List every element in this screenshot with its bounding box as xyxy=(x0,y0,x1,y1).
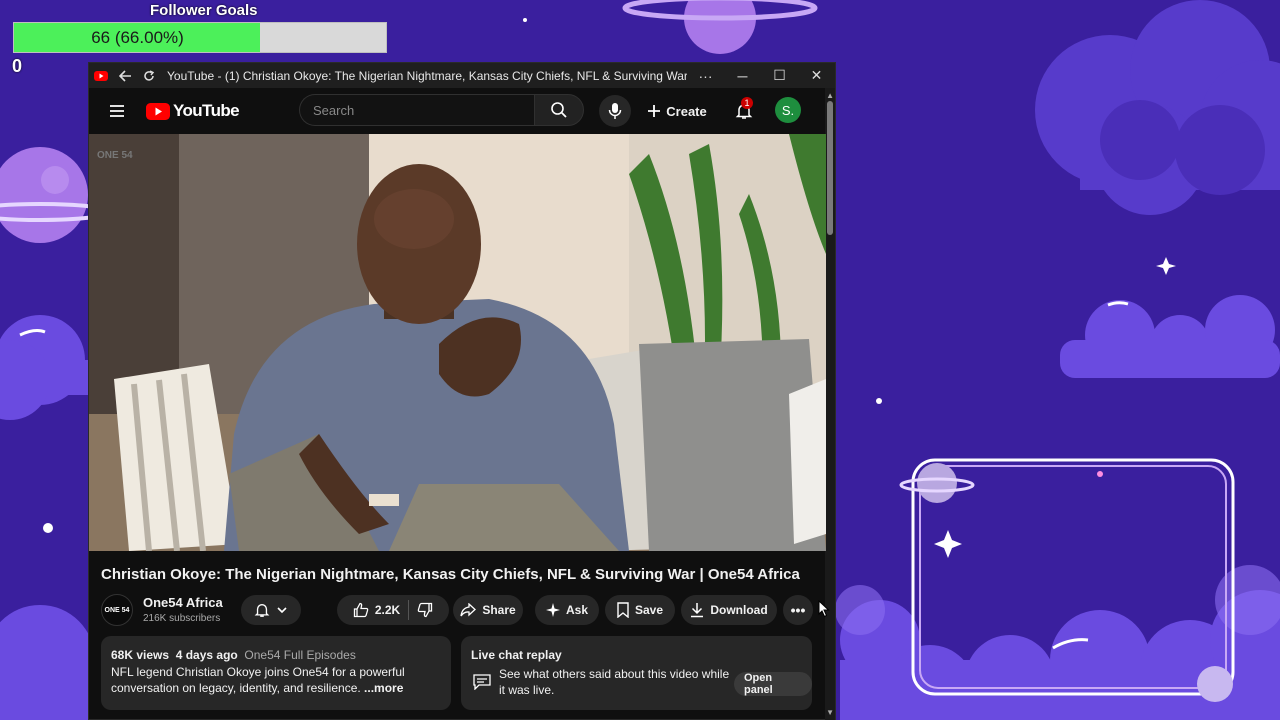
like-button[interactable]: 2.2K xyxy=(353,602,400,618)
back-arrow-icon[interactable] xyxy=(113,63,137,88)
search-button[interactable] xyxy=(534,94,584,126)
hamburger-menu-icon[interactable] xyxy=(107,101,127,121)
ask-label: Ask xyxy=(565,603,588,617)
channel-name[interactable]: One54 Africa xyxy=(143,595,223,610)
create-button[interactable]: Create xyxy=(641,95,713,127)
plus-icon xyxy=(648,105,661,117)
like-count: 2.2K xyxy=(374,603,401,617)
sparkle-icon xyxy=(545,603,560,617)
voice-search-button[interactable] xyxy=(599,95,631,127)
video-meta-line: 68K views 4 days ago One54 Full Episodes xyxy=(111,648,356,662)
thumbs-down-icon xyxy=(417,602,433,618)
bookmark-icon xyxy=(617,602,629,618)
youtube-header: YouTube Search Create 1 S. xyxy=(89,88,835,134)
maximize-button[interactable]: ☐ xyxy=(761,63,798,88)
window-titlebar: YouTube - (1) Christian Okoye: The Niger… xyxy=(89,63,835,88)
like-dislike-group: 2.2K xyxy=(337,595,449,625)
follower-goal-min-label: 0 xyxy=(12,56,23,76)
live-chat-description: See what others said about this video wh… xyxy=(499,667,730,697)
download-label: Download xyxy=(710,603,768,617)
live-chat-title: Live chat replay xyxy=(471,648,562,662)
create-label: Create xyxy=(666,103,707,119)
share-icon xyxy=(460,603,477,617)
reload-icon[interactable] xyxy=(137,63,161,88)
ellipsis-icon: ••• xyxy=(790,602,806,618)
bell-icon xyxy=(254,604,270,617)
channel-avatar[interactable]: ONE 54 xyxy=(101,594,133,626)
youtube-logo-icon xyxy=(146,102,170,120)
scroll-down-arrow-icon[interactable]: ▼ xyxy=(826,708,834,717)
video-title: Christian Okoye: The Nigerian Nightmare,… xyxy=(101,566,800,583)
save-label: Save xyxy=(634,603,664,617)
more-actions-button[interactable]: ••• xyxy=(783,595,813,625)
show-more-link[interactable]: ...more xyxy=(364,681,403,695)
chevron-down-icon xyxy=(277,607,287,614)
microphone-icon xyxy=(608,103,622,119)
channel-subscriber-count: 216K subscribers xyxy=(143,613,221,624)
search-input[interactable]: Search xyxy=(299,94,534,126)
ask-button[interactable]: Ask xyxy=(535,595,599,625)
playlist-tag[interactable]: One54 Full Episodes xyxy=(244,648,355,662)
scroll-up-arrow-icon[interactable]: ▲ xyxy=(826,91,834,100)
minimize-button[interactable]: ─ xyxy=(724,63,761,88)
account-avatar[interactable]: S. xyxy=(775,97,801,123)
thumbs-up-icon xyxy=(353,602,369,618)
dislike-button[interactable] xyxy=(417,602,433,618)
notification-count-badge: 1 xyxy=(741,97,753,109)
like-divider xyxy=(408,600,410,620)
close-button[interactable]: ✕ xyxy=(798,63,835,88)
view-count: 68K views xyxy=(111,648,170,662)
open-panel-button[interactable]: Open panel xyxy=(734,672,812,696)
upload-date: 4 days ago xyxy=(175,648,238,662)
share-button[interactable]: Share xyxy=(453,595,523,625)
follower-goal-bar: 66 (66.00%) xyxy=(13,22,387,53)
follower-goal-title: Follower Goals xyxy=(150,2,258,19)
video-player[interactable]: ONE 54 xyxy=(89,134,826,551)
live-chat-replay-card: Live chat replay See what others said ab… xyxy=(461,636,812,710)
description-card[interactable]: 68K views 4 days ago One54 Full Episodes… xyxy=(101,636,451,710)
ellipsis-icon[interactable]: ··· xyxy=(687,63,724,88)
description-text-block: NFL legend Christian Okoye joins One54 f… xyxy=(111,664,431,696)
youtube-logo-text: YouTube xyxy=(173,101,240,120)
video-watermark: ONE 54 xyxy=(97,150,133,161)
mouse-cursor-icon xyxy=(818,600,830,618)
browser-window: YouTube - (1) Christian Okoye: The Niger… xyxy=(88,62,836,720)
search-icon xyxy=(551,102,567,118)
share-label: Share xyxy=(482,603,516,617)
follower-goal-progress-text: 66 (66.00%) xyxy=(91,27,184,47)
window-tab-title: YouTube - (1) Christian Okoye: The Niger… xyxy=(167,68,687,83)
download-icon xyxy=(691,603,704,618)
youtube-favicon-icon xyxy=(89,63,113,88)
video-frame-image: ONE 54 xyxy=(89,134,826,551)
save-button[interactable]: Save xyxy=(605,595,675,625)
download-button[interactable]: Download xyxy=(681,595,777,625)
description-text: NFL legend Christian Okoye joins One54 f… xyxy=(111,665,405,695)
subscription-bell-button[interactable] xyxy=(241,595,301,625)
chat-icon xyxy=(473,674,491,690)
youtube-logo[interactable]: YouTube xyxy=(146,101,240,121)
scrollbar-thumb[interactable] xyxy=(827,101,833,235)
